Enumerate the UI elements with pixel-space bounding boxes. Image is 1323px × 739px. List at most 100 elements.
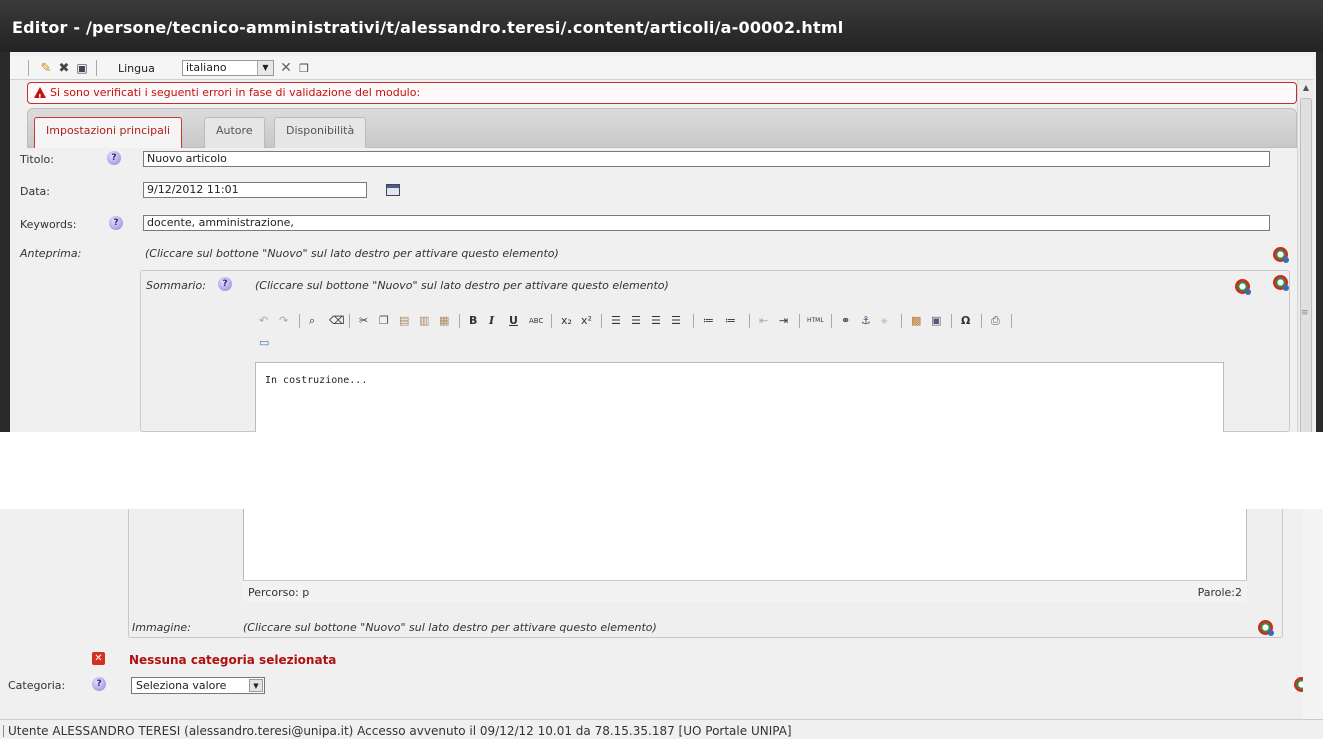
- align-justify-icon[interactable]: ☰: [671, 314, 681, 327]
- align-center-icon[interactable]: ☰: [631, 314, 641, 327]
- toolbar-separator: [601, 314, 602, 328]
- subscript-button[interactable]: x₂: [561, 314, 572, 327]
- keywords-label: Keywords:: [20, 218, 77, 231]
- tab-disponibilita[interactable]: Disponibilità: [274, 117, 367, 149]
- save-icon[interactable]: ▣: [74, 60, 90, 76]
- error-x-icon: ✕: [92, 652, 105, 665]
- editor-window: Editor - /persone/tecnico-amministrativi…: [0, 0, 1323, 432]
- tab-impostazioni-principali[interactable]: Impostazioni principali: [34, 117, 183, 151]
- align-right-icon[interactable]: ☰: [651, 314, 661, 327]
- toolbar-separator: [96, 60, 97, 76]
- paste-text-icon[interactable]: ▥: [419, 314, 429, 327]
- toolbar-separator: [901, 314, 902, 328]
- find-icon[interactable]: ⌕: [309, 314, 315, 328]
- bold-button[interactable]: B: [469, 314, 477, 327]
- scroll-thumb[interactable]: [1300, 98, 1312, 432]
- chevron-down-icon: ▼: [249, 679, 263, 692]
- chevron-down-icon: ▼: [257, 61, 273, 75]
- toolbar-separator: [831, 314, 832, 328]
- help-icon[interactable]: ?: [107, 151, 121, 165]
- cut-icon[interactable]: ✂: [359, 314, 368, 327]
- categoria-select[interactable]: Seleziona valore ▼: [131, 677, 265, 694]
- image-icon[interactable]: ▩: [911, 314, 921, 327]
- new-immagine-icon[interactable]: [1258, 620, 1274, 636]
- undo-icon[interactable]: ↶: [259, 314, 268, 327]
- delete-locale-icon[interactable]: ✕: [278, 60, 294, 76]
- copy-icon[interactable]: ❐: [379, 314, 389, 327]
- indent-icon[interactable]: ⇥: [779, 314, 788, 327]
- new-anteprima-icon[interactable]: [1273, 247, 1289, 263]
- toolbar-separator: [551, 314, 552, 328]
- link-icon[interactable]: ⚭: [841, 314, 850, 327]
- toolbar-separator: [799, 314, 800, 328]
- screenshot-gap: [0, 432, 1323, 509]
- data-label: Data:: [20, 185, 50, 198]
- main-form: Titolo: ? Nuovo articolo Data: 9/12/2012…: [12, 148, 1297, 432]
- calendar-icon[interactable]: [386, 184, 400, 196]
- publish-icon[interactable]: ✎: [38, 60, 54, 76]
- window-title: Editor - /persone/tecnico-amministrativi…: [12, 18, 844, 37]
- tab-bar: Impostazioni principali Autore Disponibi…: [27, 108, 1297, 151]
- anteprima-label: Anteprima:: [20, 247, 82, 260]
- categoria-select-value: Seleziona valore: [136, 679, 227, 692]
- paste-icon[interactable]: ▤: [399, 314, 409, 327]
- fullscreen-icon[interactable]: ▭: [259, 336, 269, 349]
- new-sommario-inner-icon[interactable]: [1235, 279, 1251, 295]
- editor-word-count: Parole:2: [1197, 586, 1242, 599]
- superscript-button[interactable]: x²: [581, 314, 592, 327]
- italic-button[interactable]: I: [489, 314, 494, 327]
- special-char-button[interactable]: Ω: [961, 314, 970, 327]
- redo-icon[interactable]: ↷: [279, 314, 288, 327]
- keywords-input[interactable]: docente, amministrazione,: [143, 215, 1270, 231]
- scroll-up-icon[interactable]: ▲: [1298, 80, 1314, 96]
- underline-button[interactable]: U: [509, 314, 518, 327]
- toolbar-separator: [951, 314, 952, 328]
- toolbar-separator: [28, 60, 29, 76]
- editor-path: Percorso: p: [248, 586, 310, 599]
- print-icon[interactable]: ⎙: [991, 314, 1000, 328]
- help-icon[interactable]: ?: [92, 677, 106, 691]
- lingua-label: Lingua: [118, 62, 155, 75]
- tab-autore[interactable]: Autore: [204, 117, 265, 149]
- rich-text-toolbar: ↶ ↷ ⌕ ⌫ ✂ ❐ ▤ ▥ ▦ B I U ABC x₂ x² ☰ ☰ ☰ …: [255, 306, 1223, 356]
- copy-locale-icon[interactable]: ❐: [296, 60, 312, 76]
- vertical-scrollbar-bottom[interactable]: [1303, 509, 1323, 719]
- categoria-label: Categoria:: [8, 679, 66, 692]
- gallery-icon[interactable]: ▣: [931, 314, 941, 327]
- sommario-hint: (Cliccare sul bottone "Nuovo" sul lato d…: [255, 279, 669, 292]
- unlink-icon[interactable]: ⚹: [881, 314, 888, 328]
- delete-icon[interactable]: ✖: [56, 60, 72, 76]
- new-sommario-icon[interactable]: [1273, 275, 1289, 291]
- immagine-hint: (Cliccare sul bottone "Nuovo" sul lato d…: [243, 621, 657, 634]
- window-titlebar: Editor - /persone/tecnico-amministrativi…: [0, 0, 1323, 52]
- toolbar-separator: [749, 314, 750, 328]
- validation-error-banner: Si sono verificati i seguenti errori in …: [27, 82, 1297, 108]
- align-left-icon[interactable]: ☰: [611, 314, 621, 327]
- categoria-error: Nessuna categoria selezionata: [129, 653, 337, 667]
- bullet-list-icon[interactable]: ≔: [725, 314, 736, 327]
- warning-icon: [34, 87, 46, 108]
- paste-word-icon[interactable]: ▦: [439, 314, 449, 327]
- help-icon[interactable]: ?: [109, 216, 123, 230]
- html-button[interactable]: HTML: [807, 317, 824, 324]
- editor-content: In costruzione...: [265, 375, 368, 386]
- rich-text-editor-area[interactable]: In costruzione...: [255, 362, 1224, 432]
- titolo-input[interactable]: Nuovo articolo: [143, 151, 1270, 167]
- lingua-select-value: italiano: [186, 61, 227, 74]
- editor-toolbar: ✎ ✖ ▣ Lingua italiano ▼ ✕ ❐: [10, 56, 1313, 80]
- vertical-scrollbar[interactable]: ▲ ≡: [1297, 80, 1313, 432]
- validation-error-text: Si sono verificati i seguenti errori in …: [50, 86, 421, 99]
- strikethrough-button[interactable]: ABC: [529, 317, 543, 325]
- toolbar-separator: [459, 314, 460, 328]
- sommario-label: Sommario:: [146, 279, 206, 292]
- data-input[interactable]: 9/12/2012 11:01: [143, 182, 367, 198]
- eraser-icon[interactable]: ⌫: [329, 314, 345, 327]
- numbered-list-icon[interactable]: ≔: [703, 314, 714, 327]
- scroll-grip-icon: ≡: [1301, 308, 1309, 318]
- window-frame-left: [0, 52, 10, 432]
- outdent-icon[interactable]: ⇤: [759, 314, 768, 327]
- lingua-select[interactable]: italiano ▼: [182, 60, 274, 76]
- help-icon[interactable]: ?: [218, 277, 232, 291]
- anchor-icon[interactable]: ⚓: [861, 314, 871, 327]
- immagine-label: Immagine:: [132, 621, 191, 634]
